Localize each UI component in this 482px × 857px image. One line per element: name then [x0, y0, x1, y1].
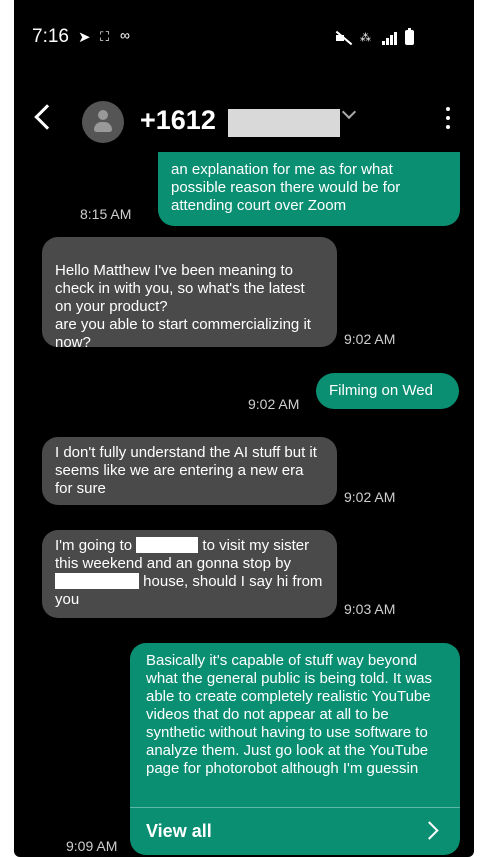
message-text: Hello Matthew I've been meaning to check… — [55, 262, 311, 351]
mute-icon — [334, 31, 352, 45]
message-time: 9:02 AM — [344, 489, 396, 505]
incoming-message[interactable]: Hello Matthew I've been meaning to check… — [42, 237, 337, 351]
contact-avatar[interactable] — [82, 101, 124, 143]
incoming-message[interactable]: I don't fully understand the AI stuff bu… — [42, 437, 337, 505]
conversation-header: +1612 — [14, 95, 474, 151]
contact-phone-number[interactable]: +1612 — [140, 105, 216, 136]
redaction-box — [136, 537, 199, 553]
battery-icon — [405, 28, 414, 45]
status-bar: 7:16 ➤ ⛶ ∞ ⁂ — [14, 22, 474, 52]
screenshot-icon: ⛶ — [100, 29, 110, 44]
status-icons: ⁂ — [334, 28, 414, 45]
chevron-down-icon[interactable] — [341, 104, 357, 120]
incoming-message[interactable]: I'm going to to visit my sister this wee… — [42, 530, 337, 618]
message-time: 9:09 AM — [66, 838, 118, 854]
navigation-arrow-icon: ➤ — [78, 29, 91, 46]
message-text: I'm going to — [55, 537, 133, 554]
message-text: Filming on Wed — [329, 382, 433, 399]
device-frame: 7:16 ➤ ⛶ ∞ ⁂ +1612 an explanation for me… — [0, 0, 482, 857]
chevron-right-icon — [420, 821, 439, 840]
message-time: 9:03 AM — [344, 601, 396, 617]
outgoing-message[interactable]: Basically it's capable of stuff way beyo… — [130, 643, 460, 855]
view-all-button[interactable]: View all — [130, 807, 460, 855]
outgoing-message[interactable]: Filming on Wed — [316, 373, 459, 409]
message-text: an explanation for me as for what possib… — [171, 161, 401, 214]
message-time: 9:02 AM — [344, 331, 396, 347]
view-all-label: View all — [146, 821, 212, 841]
message-text: I don't fully understand the AI stuff bu… — [55, 444, 317, 497]
person-icon — [98, 110, 108, 120]
signal-icon — [382, 31, 397, 45]
message-time: 8:15 AM — [80, 206, 132, 222]
wifi-icon: ⁂ — [360, 31, 371, 44]
message-text: Basically it's capable of stuff way beyo… — [146, 652, 433, 777]
outgoing-message[interactable]: an explanation for me as for what possib… — [158, 152, 460, 226]
back-arrow-icon[interactable] — [34, 104, 60, 130]
redaction-box — [228, 109, 340, 137]
voicemail-icon: ∞ — [120, 27, 130, 43]
message-time: 9:02 AM — [248, 396, 300, 412]
status-time: 7:16 — [32, 26, 69, 47]
redaction-box — [55, 573, 139, 589]
phone-screen: 7:16 ➤ ⛶ ∞ ⁂ +1612 an explanation for me… — [14, 0, 474, 857]
more-options-icon[interactable] — [446, 107, 450, 134]
